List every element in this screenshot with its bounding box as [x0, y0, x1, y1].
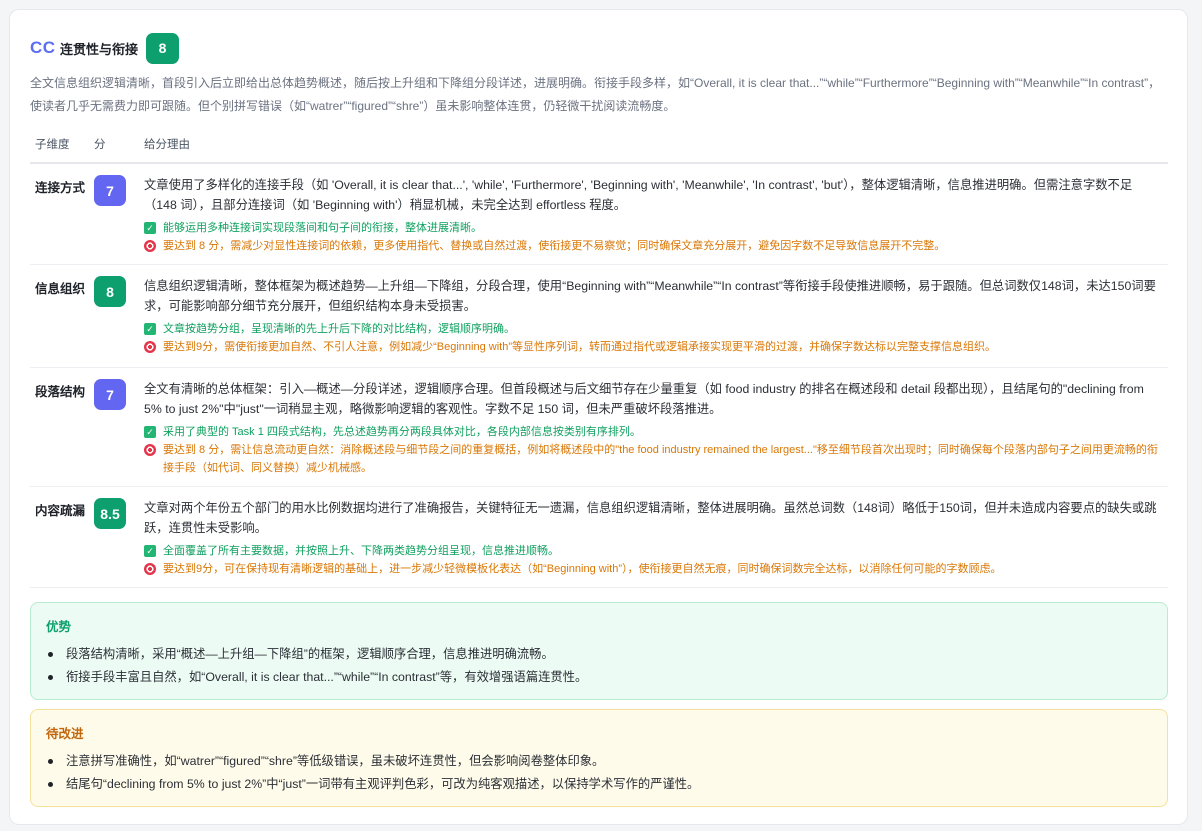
row-dimension-name: 内容疏漏 [35, 504, 86, 518]
row-strength-note: 文章按趋势分组，呈现清晰的先上升后下降的对比结构，逻辑顺序明确。 [163, 323, 515, 335]
check-icon: ✓ [144, 222, 156, 234]
check-icon: ✓ [144, 426, 156, 438]
row-score-badge: 8.5 [94, 498, 126, 529]
list-item: 段落结构清晰，采用“概述—上升组—下降组”的框架，逻辑顺序合理，信息推进明确流畅… [46, 643, 1152, 666]
table-row: 信息组织 8 信息组织逻辑清晰，整体框架为概述趋势—上升组—下降组，分段合理，使… [30, 265, 1168, 368]
table-header: 子维度 分 给分理由 [30, 125, 1168, 164]
table-row: 连接方式 7 文章使用了多样化的连接手段（如 'Overall, it is c… [30, 164, 1168, 265]
improvements-title: 待改进 [46, 727, 84, 741]
table-row: 内容疏漏 8.5 文章对两个年份五个部门的用水比例数据均进行了准确报告，关键特征… [30, 487, 1168, 588]
section-summary: 全文信息组织逻辑清晰，首段引入后立即给出总体趋势概述，随后按上升组和下降组分段详… [30, 76, 1161, 113]
section-tag: CC [30, 38, 56, 57]
row-target-note: 要达到 8 分，需让信息流动更自然：消除概述段与细节段之间的重复概括，例如将概述… [163, 444, 1158, 474]
target-icon [144, 240, 156, 252]
row-score-badge: 7 [94, 379, 126, 410]
row-strength-note: 全面覆盖了所有主要数据，并按照上升、下降两类趋势分组呈现，信息推进顺畅。 [163, 545, 559, 557]
table-row: 段落结构 7 全文有清晰的总体框架：引入—概述—分段详述，逻辑顺序合理。但首段概… [30, 368, 1168, 487]
row-target-note: 要达到9分，需使衔接更加自然、不引人注意，例如减少“Beginning with… [163, 341, 996, 353]
row-score-badge: 8 [94, 276, 126, 307]
row-reason: 全文有清晰的总体框架：引入—概述—分段详述，逻辑顺序合理。但首段概述与后文细节存… [144, 382, 1144, 416]
improvements-list: 注意拼写准确性，如“watrer”“figured”“shre”等低级错误，虽未… [46, 750, 1152, 796]
subdimension-table: 子维度 分 给分理由 连接方式 7 文章使用了多样化的连接手段（如 'Overa… [30, 125, 1168, 588]
header-score: 分 [94, 138, 106, 151]
row-strength-note: 采用了典型的 Task 1 四段式结构，先总述趋势再分两段具体对比，各段内部信息… [163, 426, 641, 438]
header-dimension: 子维度 [35, 138, 70, 151]
row-target-note: 要达到9分，可在保持现有清晰逻辑的基础上，进一步减少轻微模板化表达（如“Begi… [163, 563, 1002, 575]
list-item: 衔接手段丰富且自然，如“Overall, it is clear that...… [46, 666, 1152, 689]
row-dimension-name: 连接方式 [35, 181, 86, 195]
target-icon [144, 563, 156, 575]
row-dimension-name: 段落结构 [35, 385, 86, 399]
strengths-title: 优势 [46, 620, 72, 634]
strengths-box: 优势 段落结构清晰，采用“概述—上升组—下降组”的框架，逻辑顺序合理，信息推进明… [30, 602, 1168, 700]
strengths-list: 段落结构清晰，采用“概述—上升组—下降组”的框架，逻辑顺序合理，信息推进明确流畅… [46, 643, 1152, 689]
row-reason: 信息组织逻辑清晰，整体框架为概述趋势—上升组—下降组，分段合理，使用“Begin… [144, 279, 1156, 313]
row-strength-note: 能够运用多种连接词实现段落间和句子间的衔接，整体进展清晰。 [163, 222, 482, 234]
overall-score-badge: 8 [146, 32, 180, 64]
row-dimension-name: 信息组织 [35, 282, 86, 296]
list-item: 结尾句“declining from 5% to just 2%”中“just”… [46, 773, 1152, 796]
check-icon: ✓ [144, 545, 156, 557]
check-icon: ✓ [144, 323, 156, 335]
row-reason: 文章对两个年份五个部门的用水比例数据均进行了准确报告，关键特征无一遗漏，信息组织… [144, 501, 1157, 535]
header-reason: 给分理由 [144, 138, 190, 151]
list-item: 注意拼写准确性，如“watrer”“figured”“shre”等低级错误，虽未… [46, 750, 1152, 773]
section-title: 连贯性与衔接 [60, 41, 139, 57]
row-score-badge: 7 [94, 175, 126, 206]
section-header: CC 连贯性与衔接 8 [30, 31, 1167, 65]
target-icon [144, 341, 156, 353]
target-icon [144, 444, 156, 456]
row-target-note: 要达到 8 分，需减少对显性连接词的依赖，更多使用指代、替换或自然过渡，使衔接更… [163, 240, 946, 252]
row-reason: 文章使用了多样化的连接手段（如 'Overall, it is clear th… [144, 178, 1133, 212]
coherence-card: CC 连贯性与衔接 8 全文信息组织逻辑清晰，首段引入后立即给出总体趋势概述，随… [9, 9, 1188, 825]
improvements-box: 待改进 注意拼写准确性，如“watrer”“figured”“shre”等低级错… [30, 709, 1168, 807]
